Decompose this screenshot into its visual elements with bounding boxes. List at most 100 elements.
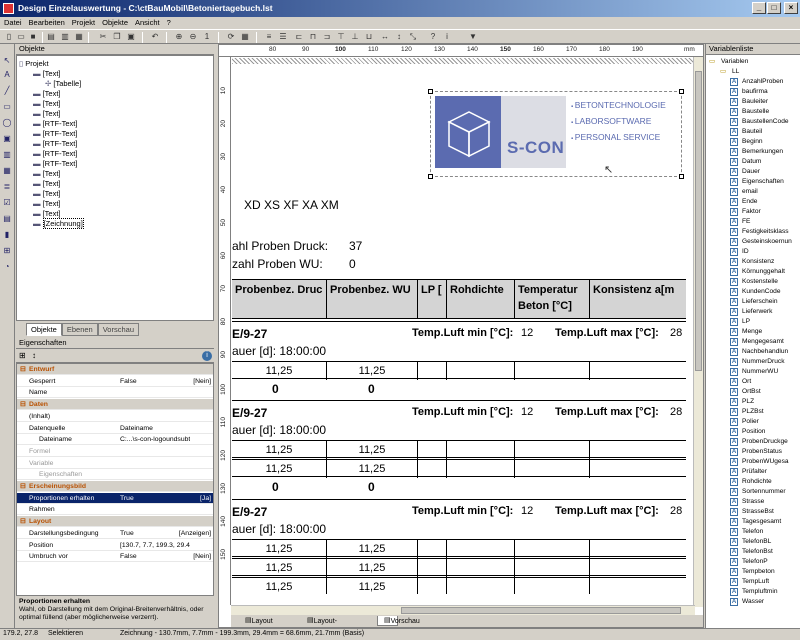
sort-az-icon[interactable]: ↕: [32, 351, 36, 360]
open-icon[interactable]: ▭: [16, 32, 26, 42]
tab-layout[interactable]: ▤ Layout: [245, 616, 273, 626]
menu-item[interactable]: ?: [163, 17, 174, 27]
variable-item[interactable]: A Beginn: [706, 137, 800, 147]
variable-item[interactable]: A Ort: [706, 377, 800, 387]
property-category[interactable]: Entwurf ⊟: [17, 364, 213, 375]
property-category[interactable]: Layout ⊟: [17, 516, 213, 528]
undo-icon[interactable]: ↶: [150, 32, 160, 42]
align-center-icon[interactable]: ⊓: [308, 32, 318, 42]
variable-item[interactable]: A Tagesgesamt: [706, 517, 800, 527]
property-value[interactable]: [130.7, 7.7, 199.3, 29.4 mm]: [120, 540, 190, 550]
property-row[interactable]: Formel: [17, 446, 213, 457]
layer-icon[interactable]: ≡: [264, 32, 274, 42]
rtf-tool-icon[interactable]: ≣: [2, 182, 12, 192]
tree-item[interactable]: ▬ [RTF-Text]: [33, 149, 77, 159]
variable-item[interactable]: A Lieferwerk: [706, 307, 800, 317]
tree-item[interactable]: ✢ [Tabelle]: [45, 79, 81, 89]
variable-item[interactable]: A Nachbehandlun: [706, 347, 800, 357]
variable-item[interactable]: A NummerDruck: [706, 357, 800, 367]
variable-item[interactable]: A AnzahlProben: [706, 77, 800, 87]
variable-item[interactable]: A Konsistenz: [706, 257, 800, 267]
form-tool-icon[interactable]: ▤: [2, 214, 12, 224]
property-row[interactable]: Umbruch vor False [Nein]: [17, 551, 213, 563]
variable-item[interactable]: A StrasseBst: [706, 507, 800, 517]
variable-item[interactable]: A PLZBst: [706, 407, 800, 417]
tree-item[interactable]: ▬ [Text]: [33, 189, 61, 199]
image-tool-icon[interactable]: ▣: [2, 134, 12, 144]
close-button[interactable]: ×: [784, 2, 798, 14]
variable-item[interactable]: A KundenCode: [706, 287, 800, 297]
tree-item[interactable]: ▬ [RTF-Text]: [33, 139, 77, 149]
logo-image[interactable]: S-CON ▪ BETONTECHNOLOGIE ▪ LABORSOFTWARE…: [428, 89, 684, 179]
resize-handle[interactable]: [679, 89, 684, 94]
variable-item[interactable]: A Dauer: [706, 167, 800, 177]
menu-item[interactable]: Objekte: [98, 17, 131, 27]
variable-item[interactable]: Aemail: [706, 187, 800, 197]
variable-item[interactable]: A PLZ: [706, 397, 800, 407]
align-bottom-icon[interactable]: ⊔: [364, 32, 374, 42]
tree-item[interactable]: ▬ [Text]: [33, 99, 61, 109]
variable-item[interactable]: A Gesteinskoernun: [706, 237, 800, 247]
copy-icon[interactable]: ❐: [112, 32, 122, 42]
property-row[interactable]: Proportionen erhalten True [Ja]: [17, 492, 213, 504]
variable-item[interactable]: A Körnunggehalt: [706, 267, 800, 277]
property-row[interactable]: Eigenschaften: [17, 469, 213, 481]
variable-item[interactable]: A Datum: [706, 157, 800, 167]
property-value[interactable]: Dateiname: [120, 423, 190, 433]
vertical-scrollbar[interactable]: [693, 57, 703, 607]
variable-item[interactable]: A Prüfalter: [706, 467, 800, 477]
print-preview-icon[interactable]: ▤: [46, 32, 56, 42]
tree-item[interactable]: ▬ [Text]: [33, 169, 61, 179]
variable-item[interactable]: A Eigenschaften: [706, 177, 800, 187]
resize-handle[interactable]: [428, 174, 433, 179]
tab-objekte[interactable]: Objekte: [26, 323, 62, 336]
variable-item[interactable]: A Mengegesamt: [706, 337, 800, 347]
crosstab-tool-icon[interactable]: ⊞: [2, 246, 12, 256]
tree-item[interactable]: ▬ [Text]: [33, 69, 61, 79]
tree-item[interactable]: ▬ [Text]: [33, 199, 61, 209]
variable-item[interactable]: A ID: [706, 247, 800, 257]
tree-item[interactable]: ▬ [RTF-Text]: [33, 129, 77, 139]
property-row[interactable]: Darstellungsbedingung True [Anzeigen]: [17, 528, 213, 539]
tab-vorschau[interactable]: Vorschau: [97, 323, 139, 336]
variable-item[interactable]: A Faktor: [706, 207, 800, 217]
tree-item[interactable]: ▬ [Text]: [33, 89, 61, 99]
property-row[interactable]: Variable: [17, 458, 213, 469]
info-icon[interactable]: i: [202, 351, 212, 361]
size-both-icon[interactable]: ⤡: [408, 32, 418, 42]
categorized-icon[interactable]: ⊞: [19, 351, 26, 360]
property-row[interactable]: Dateiname C:...\s-con-logoundsubtitel.BMP: [17, 434, 213, 446]
tab-ebenen[interactable]: Ebenen: [61, 323, 98, 336]
select-tool-icon[interactable]: ↖: [2, 56, 12, 66]
variable-item[interactable]: A Wasser: [706, 597, 800, 607]
scroll-thumb[interactable]: [695, 71, 702, 371]
stack-icon[interactable]: ☰: [278, 32, 288, 42]
property-value[interactable]: False: [120, 376, 190, 386]
resize-handle[interactable]: [679, 174, 684, 179]
table-tool-icon[interactable]: ▦: [2, 166, 12, 176]
variable-item[interactable]: A Kostenstelle: [706, 277, 800, 287]
collapse-icon[interactable]: ⊟: [20, 399, 26, 409]
minimize-button[interactable]: _: [752, 2, 766, 14]
property-category[interactable]: Erscheinungsbild ⊟: [17, 481, 213, 492]
rectangle-tool-icon[interactable]: ▭: [2, 102, 12, 112]
variable-item[interactable]: A Bauleiter: [706, 97, 800, 107]
print-icon[interactable]: ▥: [60, 32, 70, 42]
variable-item[interactable]: A TelefonP: [706, 557, 800, 567]
variable-item[interactable]: A Telefon: [706, 527, 800, 537]
gauge-tool-icon[interactable]: ◔: [2, 262, 12, 272]
property-row[interactable]: Position [130.7, 7.7, 199.3, 29.4 mm]: [17, 540, 213, 551]
variable-item[interactable]: A ProbenStatus: [706, 447, 800, 457]
variable-item[interactable]: A Ende: [706, 197, 800, 207]
variable-item[interactable]: A Tempbeton: [706, 567, 800, 577]
menu-item[interactable]: Projekt: [68, 17, 98, 27]
variable-item[interactable]: A Baustelle: [706, 107, 800, 117]
variable-item[interactable]: A TempLuft: [706, 577, 800, 587]
menu-item[interactable]: Datei: [0, 17, 25, 27]
property-category[interactable]: Daten ⊟: [17, 399, 213, 411]
variable-item[interactable]: Abaufirma: [706, 87, 800, 97]
variable-item[interactable]: A FE: [706, 217, 800, 227]
variable-item[interactable]: A TelefonBst: [706, 547, 800, 557]
tree-item[interactable]: ▬ [RTF-Text]: [33, 159, 77, 169]
tree-item[interactable]: ▬ [Text]: [33, 179, 61, 189]
